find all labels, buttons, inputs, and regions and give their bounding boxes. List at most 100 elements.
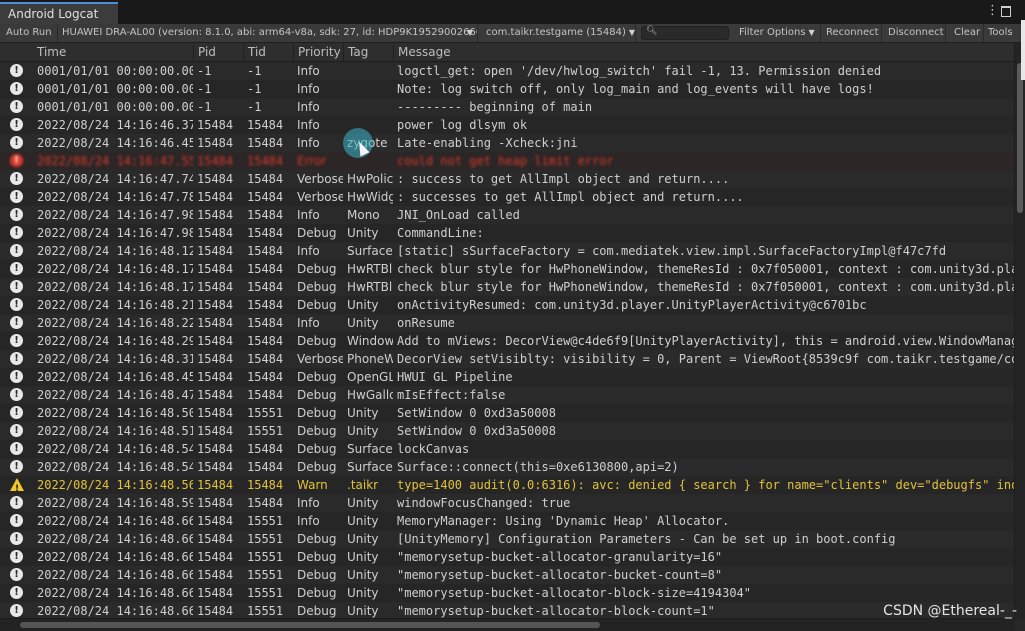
log-row[interactable]: ! 2022/08/24 14:16:48.66 15484 15551 Debug Un…	[0, 584, 1015, 602]
column-headers: Time Pid Tid Priority Tag Message	[0, 43, 1015, 62]
log-row[interactable]: ! 2022/08/24 14:16:48.21 15484 15484 Debug Un…	[0, 296, 1015, 314]
log-tag: Unity	[347, 424, 379, 438]
log-row[interactable]: ! 2022/08/24 14:16:48.51 15484 15551 Debug Un…	[0, 422, 1015, 440]
log-tag	[347, 98, 393, 116]
log-row[interactable]: ! 2022/08/24 14:16:48.31 15484 15484 Verbose…	[0, 350, 1015, 368]
log-row[interactable]: ! 2022/08/24 14:16:48.54 15484 15484 Debug Su…	[0, 458, 1015, 476]
log-row[interactable]: ! 2022/08/24 14:16:48.45 15484 15484 Debug Op…	[0, 368, 1015, 386]
log-row[interactable]: ! 2022/08/24 14:16:48.22 15484 15484 Info Uni…	[0, 314, 1015, 332]
log-priority: Debug	[297, 460, 337, 474]
log-priority: Debug	[297, 226, 337, 240]
log-list[interactable]: ! 0001/01/01 00:00:00.00 -1 -1 Info logctl_ge…	[0, 62, 1015, 619]
log-pid: 15484	[197, 208, 234, 222]
auto-run-button[interactable]: Auto Run	[2, 24, 58, 42]
clear-button[interactable]: Clear	[950, 24, 984, 42]
vertical-scrollbar-thumb[interactable]	[1017, 63, 1023, 213]
log-row[interactable]: ! 2022/08/24 14:16:47.74 15484 15484 Verbose…	[0, 170, 1015, 188]
log-row[interactable]: ! 2022/08/24 14:16:48.17 15484 15484 Debug Hw…	[0, 260, 1015, 278]
kebab-menu-icon[interactable]: ⋮	[986, 3, 999, 18]
device-dropdown-chevron-icon[interactable]: ▼	[462, 24, 478, 42]
log-message: "memorysetup-bucket-allocator-bucket-cou…	[397, 568, 723, 582]
log-time: 2022/08/24 14:16:48.50	[37, 406, 193, 420]
log-time: 2022/08/24 14:16:48.66	[37, 550, 193, 564]
log-row[interactable]: ! 2022/08/24 14:16:48.54 15484 15484 Debug Su…	[0, 440, 1015, 458]
log-tid: 15484	[247, 298, 284, 312]
log-tag: Unity	[347, 406, 379, 420]
info-icon: !	[10, 100, 24, 114]
search-input[interactable]: 🔍︎	[641, 26, 729, 40]
log-row[interactable]: !2022/08/24 14:16:46.451548415484Infozyg…	[0, 134, 1015, 152]
log-row[interactable]: ! 2022/08/24 14:16:47.98 15484 15484 Info Mon…	[0, 206, 1015, 224]
log-pid: 15484	[197, 334, 234, 348]
log-tid: 15484	[247, 244, 284, 258]
tools-dropdown[interactable]: Tools	[984, 24, 1025, 42]
vertical-scrollbar[interactable]	[1014, 43, 1025, 619]
log-row[interactable]: ! 2022/08/24 14:16:47.78 15484 15484 Verbose…	[0, 188, 1015, 206]
log-priority: Debug	[297, 424, 337, 438]
header-priority[interactable]: Priority	[293, 43, 343, 61]
log-row[interactable]: ! 2022/08/24 14:16:46.37 15484 15484 Info pow…	[0, 116, 1015, 134]
log-row[interactable]: ! 2022/08/24 14:16:48.66 15484 15551 Debug Un…	[0, 602, 1015, 619]
log-row[interactable]: ! 0001/01/01 00:00:00.00 -1 -1 Info logctl_ge…	[0, 62, 1015, 80]
log-time: 2022/08/24 14:16:48.54	[37, 442, 193, 456]
header-message[interactable]: Message	[393, 43, 1015, 61]
log-row[interactable]: ! 2022/08/24 14:16:48.29 15484 15484 Debug Wi…	[0, 332, 1015, 350]
log-row[interactable]: ! 2022/08/24 14:16:48.59 15484 15484 Info Uni…	[0, 494, 1015, 512]
log-row[interactable]: ! 2022/08/24 14:16:47.98 15484 15484 Debug Un…	[0, 224, 1015, 242]
log-priority: Debug	[297, 532, 337, 546]
filter-options-dropdown[interactable]: Filter Options ▼	[735, 24, 821, 42]
toolbar: Auto Run HUAWEI DRA-AL00 (version: 8.1.0…	[0, 24, 1025, 43]
log-tag: Surface	[347, 460, 393, 474]
log-message: logctl_get: open '/dev/hwlog_switch' fai…	[397, 64, 882, 78]
log-row[interactable]: ! 2022/08/24 14:16:48.56 15484 15484 Warn .ta…	[0, 476, 1015, 494]
horizontal-scrollbar[interactable]	[0, 618, 1015, 631]
log-time: 2022/08/24 14:16:47.98	[37, 208, 193, 222]
log-tag: Unity	[347, 532, 379, 546]
package-dropdown[interactable]: com.taikr.testgame (15484) ▼	[482, 24, 636, 42]
log-priority: Info	[297, 316, 320, 330]
log-message: type=1400 audit(0.0:6316): avc: denied {…	[397, 478, 1015, 492]
log-row[interactable]: ! 2022/08/24 14:16:48.50 15484 15551 Debug Un…	[0, 404, 1015, 422]
log-tid: 15484	[247, 334, 284, 348]
log-row[interactable]: ! 2022/08/24 14:16:47.55 15484 15484 Error co…	[0, 152, 1015, 170]
log-pid: 15484	[197, 280, 234, 294]
log-pid: 15484	[197, 496, 234, 510]
header-tid[interactable]: Tid	[243, 43, 293, 61]
tab-android-logcat[interactable]: Android Logcat	[0, 2, 118, 24]
maximize-icon[interactable]	[1001, 6, 1011, 17]
log-pid: 15484	[197, 316, 234, 330]
reconnect-button[interactable]: Reconnect	[822, 24, 882, 42]
log-pid: 15484	[197, 550, 234, 564]
log-pid: 15484	[197, 406, 234, 420]
log-priority: Info	[297, 514, 320, 528]
log-row[interactable]: ! 2022/08/24 14:16:48.66 15484 15551 Info Uni…	[0, 512, 1015, 530]
log-row[interactable]: ! 2022/08/24 14:16:48.66 15484 15551 Debug Un…	[0, 566, 1015, 584]
log-message: "memorysetup-bucket-allocator-granularit…	[397, 550, 723, 564]
log-row[interactable]: ! 2022/08/24 14:16:48.66 15484 15551 Debug Un…	[0, 548, 1015, 566]
log-row[interactable]: ! 2022/08/24 14:16:48.47 15484 15484 Debug Hw…	[0, 386, 1015, 404]
log-priority: Debug	[297, 586, 337, 600]
device-dropdown[interactable]: HUAWEI DRA-AL00 (version: 8.1.0, abi: ar…	[58, 24, 478, 42]
log-pid: 15484	[197, 190, 234, 204]
log-row[interactable]: ! 2022/08/24 14:16:48.66 15484 15551 Debug Un…	[0, 530, 1015, 548]
log-priority: Error	[297, 154, 327, 168]
info-icon: !	[10, 550, 24, 564]
horizontal-scrollbar-thumb[interactable]	[20, 622, 600, 628]
header-tag[interactable]: Tag	[343, 43, 393, 61]
log-tag: Surface	[347, 244, 393, 258]
log-row[interactable]: ! 2022/08/24 14:16:48.12 15484 15484 Info Sur…	[0, 242, 1015, 260]
info-icon: !	[10, 172, 24, 186]
info-icon: !	[10, 496, 24, 510]
header-time[interactable]: Time	[33, 43, 193, 61]
log-pid: 15484	[197, 514, 234, 528]
log-row[interactable]: ! 0001/01/01 00:00:00.00 -1 -1 Info ---------…	[0, 98, 1015, 116]
log-time: 2022/08/24 14:16:48.59	[37, 496, 193, 510]
log-tid: -1	[247, 100, 262, 114]
log-time: 2022/08/24 14:16:48.17	[37, 280, 193, 294]
log-time: 2022/08/24 14:16:48.17	[37, 262, 193, 276]
log-row[interactable]: ! 2022/08/24 14:16:48.17 15484 15484 Debug Hw…	[0, 278, 1015, 296]
header-pid[interactable]: Pid	[193, 43, 243, 61]
disconnect-button[interactable]: Disconnect	[884, 24, 946, 42]
log-row[interactable]: ! 0001/01/01 00:00:00.00 -1 -1 Info Note: log…	[0, 80, 1015, 98]
log-tag: Unity	[347, 550, 379, 564]
